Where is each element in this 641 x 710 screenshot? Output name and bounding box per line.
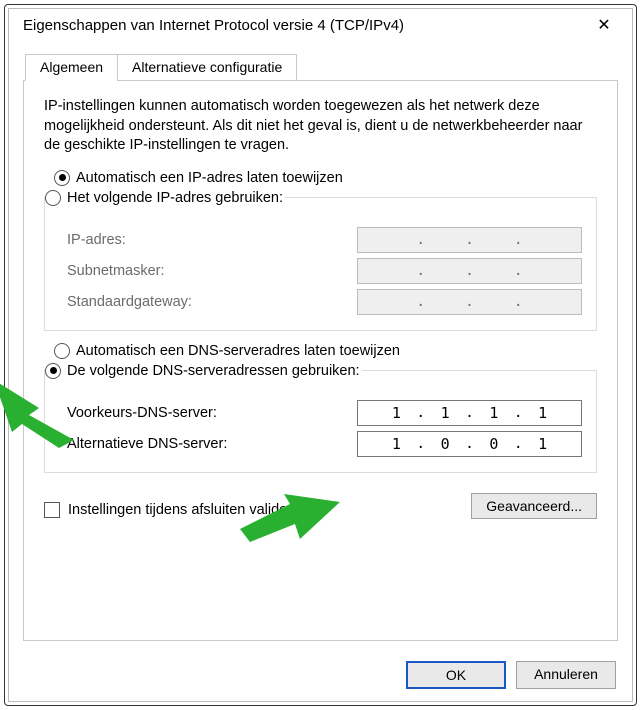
cancel-button[interactable]: Annuleren xyxy=(516,661,616,689)
radio-dns-auto-label: Automatisch een DNS-serveradres laten to… xyxy=(76,343,400,359)
radio-ip-manual-label: Het volgende IP-adres gebruiken: xyxy=(67,190,283,206)
tab-bar: Algemeen Alternatieve configuratie xyxy=(23,54,618,81)
radio-ip-manual[interactable] xyxy=(45,190,61,206)
dialog-window: Eigenschappen van Internet Protocol vers… xyxy=(8,8,633,702)
label-alternate-dns: Alternatieve DNS-server: xyxy=(67,436,227,452)
description-text: IP-instellingen kunnen automatisch worde… xyxy=(44,97,597,156)
radio-dns-manual[interactable] xyxy=(45,363,61,379)
input-subnet-mask: ... xyxy=(357,258,582,284)
label-default-gateway: Standaardgateway: xyxy=(67,294,192,310)
label-subnet-mask: Subnetmasker: xyxy=(67,263,165,279)
tab-alternative[interactable]: Alternatieve configuratie xyxy=(117,54,297,81)
input-preferred-dns[interactable]: 1. 1. 1. 1 xyxy=(357,400,582,426)
group-ip-manual: Het volgende IP-adres gebruiken: IP-adre… xyxy=(44,190,597,331)
window-title: Eigenschappen van Internet Protocol vers… xyxy=(23,17,404,34)
checkbox-validate[interactable] xyxy=(44,502,60,518)
radio-ip-auto[interactable] xyxy=(54,170,70,186)
tab-general[interactable]: Algemeen xyxy=(25,54,118,81)
radio-ip-auto-label: Automatisch een IP-adres laten toewijzen xyxy=(76,170,343,186)
group-dns-manual: De volgende DNS-serveradressen gebruiken… xyxy=(44,363,597,473)
input-ip-address: ... xyxy=(357,227,582,253)
radio-dns-manual-label: De volgende DNS-serveradressen gebruiken… xyxy=(67,363,360,379)
checkbox-validate-label: Instellingen tijdens afsluiten valideren xyxy=(68,502,308,518)
input-default-gateway: ... xyxy=(357,289,582,315)
label-preferred-dns: Voorkeurs-DNS-server: xyxy=(67,405,217,421)
advanced-button[interactable]: Geavanceerd... xyxy=(471,493,597,519)
tab-content: IP-instellingen kunnen automatisch worde… xyxy=(23,80,618,641)
close-icon[interactable]: ✕ xyxy=(586,15,622,35)
label-ip-address: IP-adres: xyxy=(67,232,126,248)
ok-button[interactable]: OK xyxy=(406,661,506,689)
dialog-footer: OK Annuleren xyxy=(9,651,632,701)
input-alternate-dns[interactable]: 1. 0. 0. 1 xyxy=(357,431,582,457)
radio-dns-auto[interactable] xyxy=(54,343,70,359)
titlebar: Eigenschappen van Internet Protocol vers… xyxy=(9,9,632,41)
